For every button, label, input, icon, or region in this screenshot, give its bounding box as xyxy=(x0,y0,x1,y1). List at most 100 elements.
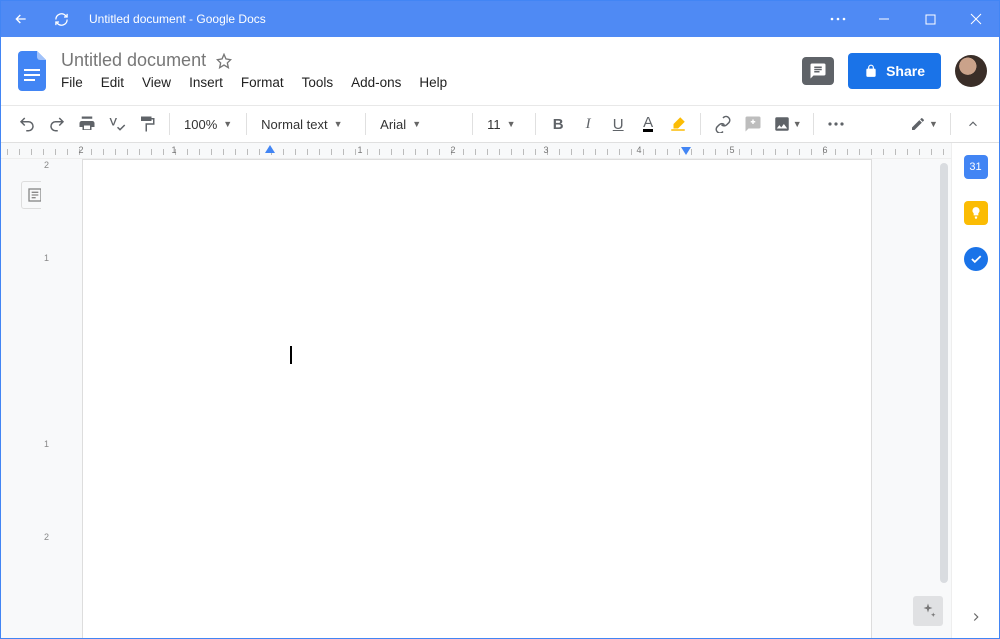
print-icon xyxy=(78,115,96,133)
left-indent-marker[interactable] xyxy=(265,145,275,153)
undo-button[interactable] xyxy=(13,110,41,138)
arrow-left-icon xyxy=(13,11,29,27)
chevron-down-icon: ▼ xyxy=(929,119,938,129)
minimize-button[interactable] xyxy=(861,1,907,37)
menu-edit[interactable]: Edit xyxy=(93,73,132,92)
bold-button[interactable]: B xyxy=(544,110,572,138)
text-color-button[interactable]: A xyxy=(634,110,662,138)
back-button[interactable] xyxy=(1,1,41,37)
minimize-icon xyxy=(878,13,890,25)
highlight-button[interactable] xyxy=(664,110,692,138)
font-dropdown[interactable]: Arial▼ xyxy=(374,110,464,138)
add-comment-icon xyxy=(744,115,762,133)
document-title[interactable]: Untitled document xyxy=(61,50,206,71)
scrollbar-thumb[interactable] xyxy=(940,163,948,583)
calendar-sidebar-button[interactable]: 31 xyxy=(964,155,988,179)
image-icon xyxy=(773,115,791,133)
toolbar: 100%▼ Normal text▼ Arial▼ 11▼ B I U A ▼ … xyxy=(1,105,999,143)
menu-tools[interactable]: Tools xyxy=(294,73,342,92)
insert-link-button[interactable] xyxy=(709,110,737,138)
close-button[interactable] xyxy=(953,1,999,37)
horizontal-ruler[interactable]: 2 1 1 2 3 4 5 6 xyxy=(1,143,951,159)
ruler-tick: 2 xyxy=(78,145,83,155)
dots-icon xyxy=(830,17,846,21)
vertical-ruler[interactable]: 2 1 1 2 xyxy=(41,159,59,638)
docs-logo[interactable] xyxy=(13,51,53,91)
reload-button[interactable] xyxy=(41,1,81,37)
right-indent-marker[interactable] xyxy=(681,147,691,155)
ruler-tick: 1 xyxy=(357,145,362,155)
ruler-tick: 5 xyxy=(729,145,734,155)
share-button[interactable]: Share xyxy=(848,53,941,89)
insert-image-button[interactable]: ▼ xyxy=(769,110,805,138)
pencil-icon xyxy=(910,116,926,132)
menu-insert[interactable]: Insert xyxy=(181,73,231,92)
tasks-sidebar-button[interactable] xyxy=(964,247,988,271)
star-button[interactable] xyxy=(216,53,232,69)
explore-button[interactable] xyxy=(913,596,943,626)
menu-addons[interactable]: Add-ons xyxy=(343,73,409,92)
doc-header: Untitled document File Edit View Insert … xyxy=(1,37,999,105)
comment-icon xyxy=(809,62,827,80)
maximize-button[interactable] xyxy=(907,1,953,37)
side-panel: 31 xyxy=(951,143,999,638)
side-panel-toggle[interactable] xyxy=(969,610,983,624)
account-avatar[interactable] xyxy=(955,55,987,87)
zoom-dropdown[interactable]: 100%▼ xyxy=(178,110,238,138)
close-icon xyxy=(970,13,982,25)
vertical-scrollbar[interactable] xyxy=(937,159,951,638)
chevron-right-icon xyxy=(969,610,983,624)
link-icon xyxy=(714,115,732,133)
paragraph-style-dropdown[interactable]: Normal text▼ xyxy=(255,110,357,138)
ruler-tick: 6 xyxy=(822,145,827,155)
keep-sidebar-button[interactable] xyxy=(964,201,988,225)
redo-button[interactable] xyxy=(43,110,71,138)
star-icon xyxy=(216,53,232,69)
chevron-down-icon: ▼ xyxy=(223,119,232,129)
italic-button[interactable]: I xyxy=(574,110,602,138)
spellcheck-icon xyxy=(108,115,126,133)
workspace: 2 1 1 2 3 4 5 6 2 1 1 2 xyxy=(1,143,999,638)
font-size-dropdown[interactable]: 11▼ xyxy=(481,110,527,138)
reload-icon xyxy=(54,12,69,27)
vruler-tick: 2 xyxy=(44,532,49,542)
window-title: Untitled document - Google Docs xyxy=(89,12,266,26)
vruler-tick: 1 xyxy=(44,439,49,449)
page-canvas[interactable] xyxy=(59,159,937,638)
ruler-tick: 2 xyxy=(450,145,455,155)
editing-mode-button[interactable]: ▼ xyxy=(906,110,942,138)
comments-button[interactable] xyxy=(802,57,834,85)
paint-roller-icon xyxy=(138,115,156,133)
font-value: Arial xyxy=(380,117,406,132)
italic-icon: I xyxy=(586,116,591,133)
dots-icon xyxy=(828,122,844,126)
document-page[interactable] xyxy=(82,159,872,638)
more-button[interactable] xyxy=(815,1,861,37)
docs-icon xyxy=(18,51,48,91)
menu-file[interactable]: File xyxy=(61,73,91,92)
ruler-tick: 4 xyxy=(636,145,641,155)
insert-comment-button[interactable] xyxy=(739,110,767,138)
keep-icon xyxy=(969,206,983,220)
bold-icon: B xyxy=(553,116,564,133)
share-label: Share xyxy=(886,63,925,79)
underline-button[interactable]: U xyxy=(604,110,632,138)
hide-menus-button[interactable] xyxy=(959,110,987,138)
style-value: Normal text xyxy=(261,117,327,132)
menu-view[interactable]: View xyxy=(134,73,179,92)
paint-format-button[interactable] xyxy=(133,110,161,138)
chevron-up-icon xyxy=(966,117,980,131)
menubar: File Edit View Insert Format Tools Add-o… xyxy=(61,73,455,92)
document-area: 2 1 1 2 3 4 5 6 2 1 1 2 xyxy=(1,143,951,638)
print-button[interactable] xyxy=(73,110,101,138)
size-value: 11 xyxy=(487,117,501,132)
more-tools-button[interactable] xyxy=(822,110,850,138)
vruler-tick: 1 xyxy=(44,253,49,263)
menu-format[interactable]: Format xyxy=(233,73,292,92)
tasks-icon xyxy=(969,252,983,266)
redo-icon xyxy=(48,115,66,133)
spellcheck-button[interactable] xyxy=(103,110,131,138)
maximize-icon xyxy=(925,14,936,25)
ruler-tick: 1 xyxy=(171,145,176,155)
menu-help[interactable]: Help xyxy=(411,73,455,92)
